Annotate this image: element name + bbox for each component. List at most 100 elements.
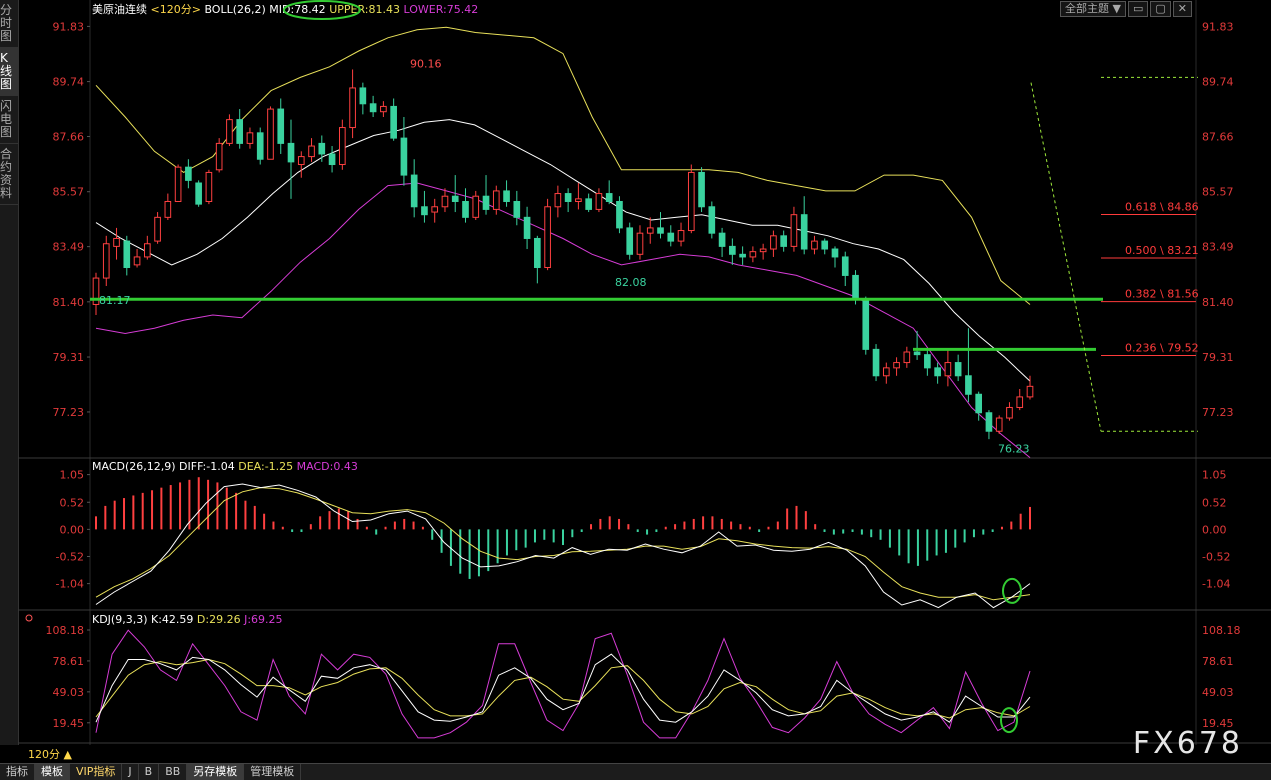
candle-body <box>544 206 551 269</box>
boll-label: BOLL(26,2) <box>204 3 269 16</box>
bottom-toolbar: 指标 模板 VIP指标 J B BB 另存模板 管理模板 <box>0 763 1271 780</box>
candle-body <box>513 200 521 218</box>
kdj-j-line <box>95 629 1031 739</box>
restore-button[interactable]: ▢ <box>1150 1 1171 17</box>
candle-body <box>133 256 141 266</box>
candle-body <box>297 156 305 166</box>
candle-body <box>164 200 172 218</box>
kdj-header: KDJ(9,3,3) K:42.59 D:29.26 J:69.25 <box>92 613 283 626</box>
macd-dea-label: DEA:-1.25 <box>238 460 296 473</box>
period-button[interactable]: 120分 ▲ <box>28 746 72 762</box>
price-tick-left: 87.66 <box>53 131 85 144</box>
price-tick-right: 91.83 <box>1202 20 1234 33</box>
macd-tick-left: 0.00 <box>60 523 85 536</box>
candle-body <box>215 142 223 171</box>
kdj-settings-icon <box>25 614 33 622</box>
candle-body <box>185 166 192 181</box>
candle-body <box>564 193 572 202</box>
side-tabs: 分时图 K线图 闪电图 合约资料 <box>0 0 19 745</box>
candle-body <box>934 367 941 377</box>
kdj-tick-left: 78.61 <box>53 655 85 668</box>
fib-level-label: 0.618 \ 84.86 <box>1125 200 1199 213</box>
side-tab-kline[interactable]: K线图 <box>0 48 18 96</box>
candle-body <box>503 190 510 202</box>
target-diagonal-line <box>1030 82 1102 432</box>
candle-body <box>893 362 900 369</box>
kdj-label: KDJ(9,3,3) <box>92 613 151 626</box>
price-tick-right: 81.40 <box>1202 296 1234 309</box>
tab-vip-indicator[interactable]: VIP指标 <box>70 764 123 780</box>
candle-body <box>585 198 592 210</box>
candle-body <box>1016 396 1024 408</box>
candle-body <box>913 351 921 356</box>
price-tick-left: 91.83 <box>53 20 85 33</box>
candle-body <box>267 108 274 160</box>
kdj-tick-right: 78.61 <box>1202 655 1234 668</box>
side-tab-flash[interactable]: 闪电图 <box>0 96 18 144</box>
candle-body <box>800 214 808 250</box>
boll-mid-label: MID:78.42 <box>269 3 329 16</box>
price-tick-right: 79.31 <box>1202 351 1234 364</box>
candle-body <box>698 171 705 208</box>
candle-body <box>328 153 336 166</box>
candle-body <box>965 375 972 395</box>
macd-tick-left: -1.04 <box>56 578 84 591</box>
candle-body <box>626 227 634 255</box>
candle-body <box>277 108 285 144</box>
minimize-button[interactable]: ▭ <box>1127 1 1149 17</box>
boll-mid-line <box>95 119 1031 382</box>
candle-body <box>390 105 397 139</box>
candle-body <box>770 235 777 250</box>
tab-template[interactable]: 模板 <box>35 764 70 780</box>
candle-body <box>174 166 182 202</box>
candle-body <box>441 195 449 208</box>
candle-body <box>616 200 623 229</box>
macd-diff-label: DIFF:-1.04 <box>179 460 238 473</box>
side-tab-timeshare[interactable]: 分时图 <box>0 0 18 48</box>
price-tick-right: 87.66 <box>1202 131 1234 144</box>
candle-body <box>400 137 408 176</box>
candle-body <box>831 248 839 258</box>
candle-body <box>236 119 244 144</box>
fib-level-label: 0.382 \ 81.56 <box>1125 288 1199 301</box>
fib-level-label: 0.236 \ 79.52 <box>1125 341 1199 354</box>
candle-body <box>462 200 469 218</box>
candle-body <box>380 105 387 113</box>
close-button[interactable]: ✕ <box>1172 1 1192 17</box>
macd-header: MACD(26,12,9) DIFF:-1.04 DEA:-1.25 MACD:… <box>92 460 358 473</box>
candle-body <box>102 243 110 279</box>
low-annotation-2: 81.17 <box>99 294 131 307</box>
price-tick-left: 81.40 <box>53 296 85 309</box>
price-tick-left: 77.23 <box>53 406 85 419</box>
candle-body <box>113 237 120 247</box>
candle-body <box>143 243 151 258</box>
price-tick-left: 83.49 <box>53 241 85 254</box>
candle-body <box>1026 385 1034 398</box>
candle-body <box>534 237 541 269</box>
side-tab-contract-info[interactable]: 合约资料 <box>0 144 18 205</box>
tab-bb[interactable]: BB <box>159 764 188 780</box>
candle-body <box>1006 406 1013 419</box>
candle-body <box>410 174 418 208</box>
macd-label: MACD(26,12,9) <box>92 460 179 473</box>
theme-select[interactable]: 全部主题 ▼ <box>1060 1 1126 17</box>
tab-save-template[interactable]: 另存模板 <box>187 764 245 780</box>
candle-body <box>123 240 131 269</box>
tab-indicator[interactable]: 指标 <box>0 764 35 780</box>
candle-body <box>852 274 859 300</box>
tab-b[interactable]: B <box>139 764 160 780</box>
candle-body <box>985 412 993 432</box>
candle-body <box>903 351 911 364</box>
macd-value-label: MACD:0.43 <box>297 460 358 473</box>
kdj-d-label: D:29.26 <box>197 613 244 626</box>
candle-body <box>482 195 490 210</box>
macd-highlight-circle <box>1002 577 1022 604</box>
tab-j[interactable]: J <box>122 764 139 780</box>
candle-body <box>790 214 798 247</box>
candle-body <box>195 182 202 205</box>
candle-body <box>246 132 254 144</box>
candle-body <box>205 171 213 202</box>
candle-body <box>359 87 367 105</box>
tab-manage-template[interactable]: 管理模板 <box>244 764 302 780</box>
price-tick-left: 85.57 <box>53 186 85 199</box>
